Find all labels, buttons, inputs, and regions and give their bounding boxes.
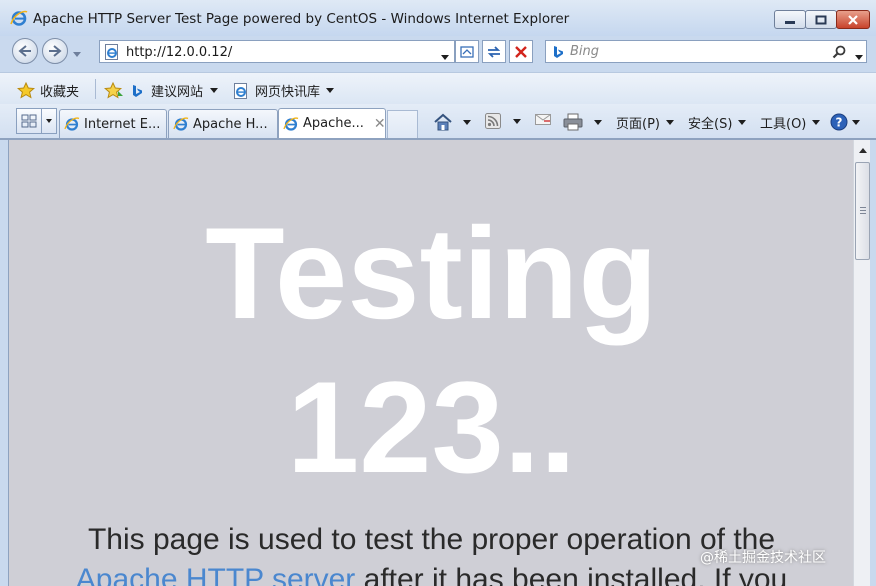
watermark: @稀土掘金技术社区 [700,550,826,566]
tab-internet-explorer[interactable]: Internet E... [59,109,167,138]
chevron-down-icon [852,119,860,125]
help-icon: ? [830,113,848,131]
refresh-button[interactable] [482,40,506,63]
tools-menu-label: 工具(O) [760,117,807,132]
favorites-button[interactable]: 收藏夹 [17,81,79,100]
ie-logo-icon [10,10,28,26]
web-page-content: Testing 123.. This page is used to test … [8,140,854,586]
search-options-dropdown[interactable] [855,49,863,63]
address-text: http://12.0.0.12/ [126,45,233,60]
close-button[interactable] [836,10,870,29]
feeds-button[interactable] [485,113,521,129]
tab-bar: Internet E... Apache H... Apache... ✕ 页面… [0,104,876,138]
chevron-down-icon [326,88,335,93]
quick-tabs-button[interactable] [16,108,42,134]
suggested-sites-label: 建议网站 [151,85,204,100]
scroll-grip-icon [860,207,866,208]
title-bar: Apache HTTP Server Test Page powered by … [0,0,876,36]
ie-logo-icon [64,117,80,131]
bing-icon [554,46,563,58]
stop-button[interactable] [509,40,533,63]
tools-menu[interactable]: 工具(O) [760,113,821,132]
search-box[interactable] [545,40,867,63]
window-right-edge [870,140,876,586]
tab-label: Internet E... [84,116,161,132]
apache-http-server-link[interactable]: Apache HTTP server [76,563,356,586]
mail-icon [535,114,551,125]
search-input[interactable] [570,42,820,61]
search-icon[interactable] [832,45,846,59]
ie-logo-icon [283,117,299,131]
tab-label: Apache H... [193,116,268,132]
chevron-down-icon [855,55,863,60]
home-button[interactable] [433,113,471,131]
refresh-icon [487,45,501,58]
navigation-bar: http://12.0.0.12/ [0,36,876,66]
new-tab-button[interactable] [387,110,418,138]
stop-icon [515,45,527,58]
page-ie-icon [105,44,118,60]
arrow-left-icon [18,45,31,57]
maximize-icon [815,15,827,24]
rss-feed-icon [485,113,501,129]
minimize-icon [785,20,795,24]
recent-pages-dropdown[interactable] [73,46,81,60]
web-slice-gallery-label: 网页快讯库 [255,85,321,100]
toolbar-separator [95,79,96,99]
hero-heading-line-1: Testing [205,200,658,346]
chevron-down-icon [513,118,521,124]
add-favorite-star-icon [104,81,123,99]
printer-icon [563,113,583,131]
tab-list-dropdown[interactable] [41,108,57,134]
favorites-bar: 收藏夹 建议网站 网页快讯库 [0,72,876,105]
read-mail-button[interactable] [535,113,551,126]
scroll-up-button[interactable] [854,140,871,160]
tab-label: Apache... [303,116,364,131]
page-menu[interactable]: 页面(P) [616,113,674,132]
minimize-button[interactable] [774,10,806,29]
suggested-sites-button[interactable]: 建议网站 [131,81,219,100]
chevron-down-icon [812,120,821,125]
home-icon [434,113,452,131]
tab-apache-active[interactable]: Apache... ✕ [278,108,386,138]
tab-close-icon[interactable]: ✕ [374,116,385,132]
chevron-down-icon [463,119,471,125]
chevron-up-icon [858,147,867,153]
chevron-down-icon [665,120,674,125]
print-button[interactable] [563,113,602,131]
chevron-down-icon [594,119,602,125]
chevron-down-icon [73,52,81,57]
address-dropdown[interactable] [441,49,449,63]
add-to-favorites-bar-button[interactable] [104,81,124,99]
safety-menu-label: 安全(S) [688,117,733,132]
web-slice-gallery-button[interactable]: 网页快讯库 [233,81,335,100]
page-menu-label: 页面(P) [616,117,660,132]
star-icon [17,82,35,99]
forward-button[interactable] [42,38,68,64]
window-title: Apache HTTP Server Test Page powered by … [33,11,570,27]
ie-logo-icon [173,117,189,131]
tab-apache-1[interactable]: Apache H... [168,109,278,138]
chevron-down-icon [210,88,219,93]
page-ie-icon [234,82,247,99]
hero-heading-line-2: 123.. [286,354,577,500]
chevron-down-icon [738,120,747,125]
close-icon [848,14,858,25]
back-button[interactable] [12,38,38,64]
scrollbar-thumb[interactable] [855,162,870,260]
vertical-scrollbar[interactable] [853,140,871,586]
address-bar[interactable]: http://12.0.0.12/ [99,40,455,63]
bing-icon [133,84,142,97]
quick-tabs-grid-icon [21,114,37,128]
chevron-down-icon [46,119,52,123]
maximize-button[interactable] [805,10,837,29]
favorites-label: 收藏夹 [40,85,80,100]
compatibility-view-icon [460,45,474,58]
chevron-down-icon [441,55,449,60]
safety-menu[interactable]: 安全(S) [688,113,747,132]
arrow-right-icon [49,45,62,57]
svg-text:?: ? [836,116,843,130]
help-button[interactable]: ? [830,113,860,131]
compatibility-view-button[interactable] [455,40,479,63]
